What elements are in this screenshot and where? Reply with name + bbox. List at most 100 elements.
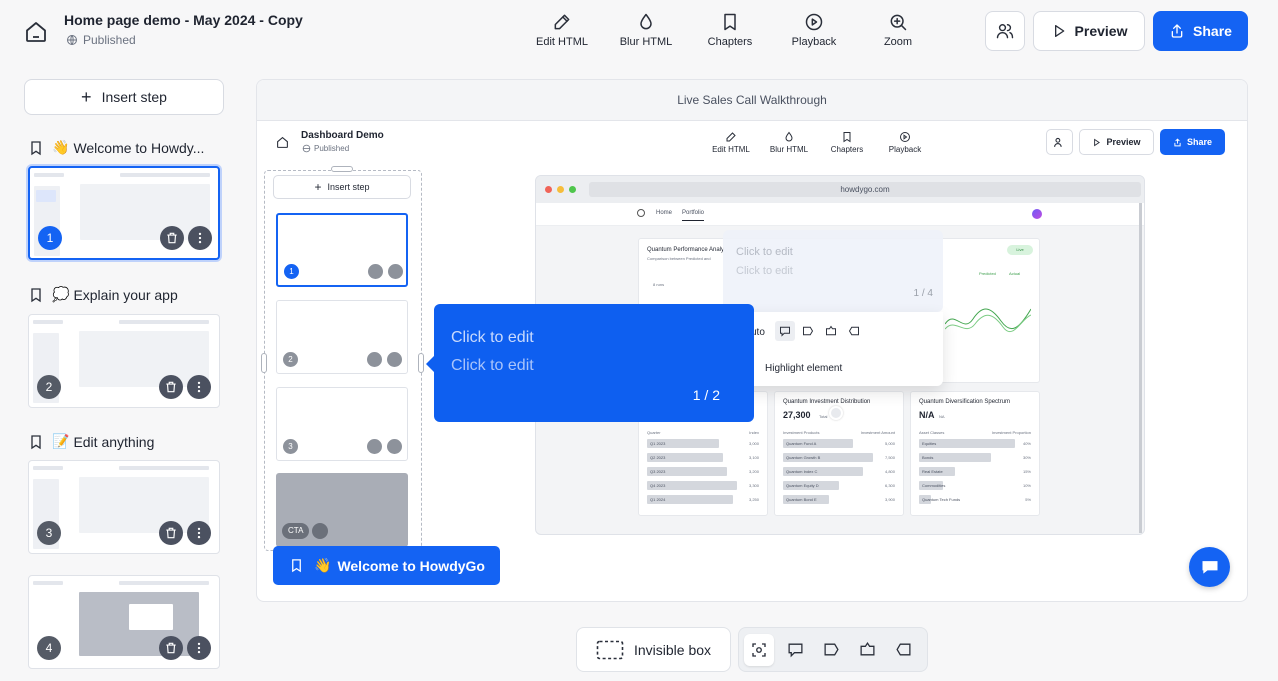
pencil-icon <box>554 14 570 30</box>
table-row: Commodities <box>919 481 945 490</box>
table-row: Quantum Bond E <box>783 495 829 504</box>
insert-step-button[interactable]: + Insert step <box>24 79 224 115</box>
row-value: 4,800 <box>884 469 895 474</box>
tooltip-body[interactable]: Click to edit <box>451 357 534 375</box>
inner-share-label: Share <box>1186 137 1212 147</box>
step-thumbnail-2[interactable]: 2 <box>28 314 220 408</box>
bubble-top-button[interactable] <box>852 634 882 666</box>
publish-status: Published <box>66 33 136 47</box>
tooltip-title[interactable]: Click to edit <box>451 329 534 347</box>
chapter-edit[interactable]: 📝 Edit anything <box>28 433 222 450</box>
diversification-card: Quantum Diversification Spectrum N/A NA … <box>910 391 1040 516</box>
step-number: 4 <box>37 636 61 660</box>
playback-button[interactable]: Playback <box>772 12 856 48</box>
table-row: Equities <box>919 439 1015 448</box>
delete-step-button[interactable] <box>159 521 183 545</box>
invisible-box-button[interactable]: Invisible box <box>576 627 731 672</box>
maximize-dot <box>569 186 576 193</box>
bubble-right-icon <box>823 643 839 656</box>
inner-step-number: 2 <box>283 352 298 367</box>
trash-icon <box>166 642 176 654</box>
editor-toolbar: Edit HTML Blur HTML Chapters Playback Zo… <box>520 12 940 48</box>
step-menu-button[interactable] <box>187 375 211 399</box>
delete-step-button[interactable] <box>159 375 183 399</box>
trash-icon <box>367 352 382 367</box>
more-vertical-icon <box>197 527 201 539</box>
row-label: Quantum Equity D <box>786 483 819 488</box>
inner-step-thumbnail: 2 <box>276 300 408 374</box>
inner-toolbar: Edit HTML Blur HTML Chapters Playback <box>702 131 934 154</box>
zoom-in-icon <box>890 14 907 31</box>
step-thumbnail-3[interactable]: 3 <box>28 460 220 554</box>
trash-icon <box>166 381 176 393</box>
pencil-icon <box>726 132 736 142</box>
step-menu-button[interactable] <box>188 226 212 250</box>
ghost-tooltip-body: Click to edit <box>736 265 793 277</box>
inner-preview-label: Preview <box>1106 137 1141 147</box>
bookmark-icon <box>843 132 851 143</box>
chapter-explain[interactable]: 💭 Explain your app <box>28 286 222 303</box>
bubble-right-button[interactable] <box>816 634 846 666</box>
bubble-bottom-button[interactable] <box>780 634 810 666</box>
bubble-left-button[interactable] <box>888 634 918 666</box>
chapters-button[interactable]: Chapters <box>688 12 772 48</box>
row-label: Quantum Growth B <box>786 455 821 460</box>
droplet-icon <box>785 131 793 142</box>
share-button[interactable]: Share <box>1153 11 1248 51</box>
inner-insert-label: Insert step <box>327 182 370 192</box>
table-header: Index <box>749 430 759 435</box>
share-label: Share <box>1193 23 1232 39</box>
resize-handle-right[interactable] <box>418 353 424 373</box>
chapter-tag[interactable]: 👋 Welcome to HowdyGo <box>273 546 500 585</box>
delete-step-button[interactable] <box>159 636 183 660</box>
table-row: Bonds <box>919 453 991 462</box>
resize-handle-left[interactable] <box>261 353 267 373</box>
row-label: Bonds <box>922 455 934 460</box>
play-icon <box>1054 25 1064 37</box>
blur-html-button[interactable]: Blur HTML <box>604 12 688 48</box>
edit-html-label: Edit HTML <box>536 36 588 48</box>
axis-tick: 8 runs <box>653 282 665 287</box>
card-title: Quantum Diversification Spectrum <box>919 399 1011 405</box>
resize-handle-top[interactable] <box>331 166 353 172</box>
delete-step-button[interactable] <box>160 226 184 250</box>
step-number: 2 <box>37 375 61 399</box>
inner-tool-label: Chapters <box>830 145 864 154</box>
focus-icon <box>752 642 766 657</box>
step-thumbnail-1[interactable]: 1 <box>28 166 220 260</box>
inner-tool-label: Playback <box>888 145 922 154</box>
step-thumbnail-4[interactable]: 4 <box>28 575 220 669</box>
table-row: Quantum Tech Funds <box>919 495 960 504</box>
ghost-tooltip-title: Click to edit <box>736 246 793 258</box>
share-icon <box>1174 137 1181 146</box>
table-header: Asset Classes <box>919 430 945 435</box>
inner-step-thumbnail: 1 <box>276 213 408 287</box>
edit-html-button[interactable]: Edit HTML <box>520 12 604 48</box>
browser-titlebar: howdygo.com <box>536 176 1144 203</box>
inner-step-thumbnail: 3 <box>276 387 408 461</box>
preview-button[interactable]: Preview <box>1033 11 1145 51</box>
document-title[interactable]: Home page demo - May 2024 - Copy <box>64 12 303 28</box>
table-row: Q1 2023 <box>647 439 719 448</box>
step-menu-button[interactable] <box>187 521 211 545</box>
invisible-box-label: Invisible box <box>633 641 712 658</box>
share-icon <box>1171 24 1183 38</box>
home-icon[interactable] <box>24 20 48 44</box>
row-value: 15% <box>1022 469 1031 474</box>
row-label: Equities <box>922 441 937 446</box>
chapter-welcome[interactable]: 👋 Welcome to Howdy... <box>28 139 222 156</box>
chat-widget-button[interactable] <box>1189 547 1230 587</box>
chapter-title: Welcome to Howdy... <box>73 139 205 156</box>
row-value: 40% <box>1022 441 1031 446</box>
chapter-title: Edit anything <box>73 433 155 450</box>
ghost-tooltip-count: 1 / 4 <box>913 288 933 299</box>
focus-scan-button[interactable] <box>744 633 774 666</box>
tooltip-step-count: 1 / 2 <box>692 387 720 403</box>
chat-icon <box>1202 561 1217 574</box>
step-menu-button[interactable] <box>187 636 211 660</box>
zoom-button[interactable]: Zoom <box>856 12 940 48</box>
live-badge: Live <box>1007 245 1033 255</box>
collaborators-button[interactable] <box>985 11 1025 51</box>
step-tooltip[interactable]: Click to edit Click to edit 1 / 2 <box>426 304 754 422</box>
legend-predicted: Predicted <box>979 271 996 276</box>
